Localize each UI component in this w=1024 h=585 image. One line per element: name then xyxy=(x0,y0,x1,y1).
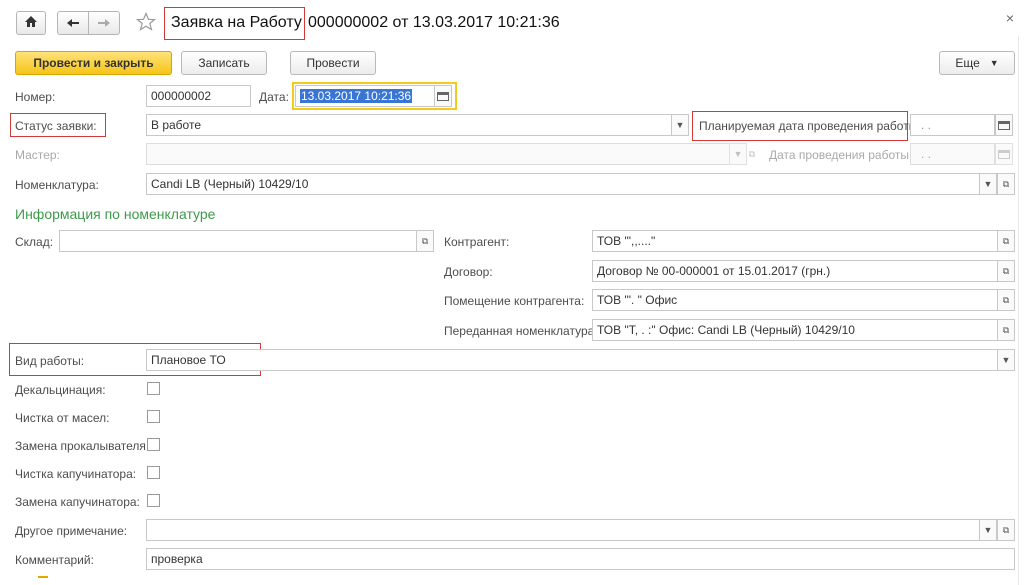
cappuccinator-replace-label: Замена капучинатора: xyxy=(15,495,140,509)
nomenclature-label: Номенклатура: xyxy=(15,178,99,192)
master-open-button: ⧉ xyxy=(743,143,761,165)
open-icon: ⧉ xyxy=(1002,324,1010,335)
work-type-field[interactable]: Плановое ТО xyxy=(146,349,998,371)
transferred-field[interactable]: ТОВ "Т, . :" Офис: Candi LB (Черный) 104… xyxy=(592,319,998,341)
piercer-replace-checkbox[interactable] xyxy=(147,438,160,451)
more-button[interactable]: Еще ▼ xyxy=(939,51,1015,75)
dropdown-arrow-icon: ▼ xyxy=(983,179,993,189)
work-date-label: Дата проведения работы: xyxy=(769,148,913,162)
nomenclature-open-button[interactable]: ⧉ xyxy=(997,173,1015,195)
page-title: Заявка на Работу xyxy=(171,14,302,31)
number-label: Номер: xyxy=(15,90,56,104)
cappuccinator-replace-checkbox[interactable] xyxy=(147,494,160,507)
oil-cleaning-label: Чистка от масел: xyxy=(15,411,110,425)
other-note-open-button[interactable]: ⧉ xyxy=(997,519,1015,541)
work-date-field: . . xyxy=(910,143,995,165)
open-icon: ⧉ xyxy=(1002,178,1010,189)
counterparty-field[interactable]: ТОВ "',,...." xyxy=(592,230,998,252)
dropdown-arrow-icon: ▼ xyxy=(1001,355,1011,365)
warehouse-label: Склад: xyxy=(15,235,54,249)
nomenclature-field[interactable]: Candi LB (Черный) 10429/10 xyxy=(146,173,980,195)
page-title-number: 000000002 от 13.03.2017 10:21:36 xyxy=(308,14,560,31)
work-type-dropdown-button[interactable]: ▼ xyxy=(997,349,1015,371)
open-icon: ⧉ xyxy=(421,235,429,246)
work-date-calendar-button xyxy=(995,143,1013,165)
comment-label: Комментарий: xyxy=(15,553,94,567)
forward-button[interactable] xyxy=(88,11,120,35)
status-label: Статус заявки: xyxy=(15,119,97,133)
contract-field[interactable]: Договор № 00-000001 от 15.01.2017 (грн.) xyxy=(592,260,998,282)
other-note-dropdown-button[interactable]: ▼ xyxy=(979,519,997,541)
dropdown-arrow-icon: ▼ xyxy=(983,525,993,535)
home-icon xyxy=(24,15,38,31)
nomenclature-dropdown-button[interactable]: ▼ xyxy=(979,173,997,195)
status-dropdown-button[interactable]: ▼ xyxy=(671,114,689,136)
planned-date-field[interactable]: . . xyxy=(910,114,995,136)
oil-cleaning-checkbox[interactable] xyxy=(147,410,160,423)
dropdown-arrow-icon: ▼ xyxy=(675,120,685,130)
arrow-right-icon xyxy=(97,16,111,31)
open-icon: ⧉ xyxy=(1002,294,1010,305)
date-label: Дата: xyxy=(259,90,289,104)
cappuccinator-cleaning-checkbox[interactable] xyxy=(147,466,160,479)
other-note-label: Другое примечание: xyxy=(15,524,128,538)
premises-label: Помещение контрагента: xyxy=(444,294,585,308)
back-button[interactable] xyxy=(57,11,89,35)
premises-open-button[interactable]: ⧉ xyxy=(997,289,1015,311)
status-field[interactable]: В работе xyxy=(146,114,672,136)
contract-open-button[interactable]: ⧉ xyxy=(997,260,1015,282)
open-icon: ⧉ xyxy=(748,148,756,159)
calendar-icon xyxy=(998,149,1010,159)
date-calendar-button[interactable] xyxy=(434,85,452,107)
info-section-title: Информация по номенклатуре xyxy=(15,206,216,222)
piercer-replace-label: Замена прокалывателя: xyxy=(15,439,150,453)
home-button[interactable] xyxy=(16,11,46,35)
planned-date-label: Планируемая дата проведения работы: xyxy=(699,119,921,133)
date-field[interactable]: 13.03.2017 10:21:36 xyxy=(295,85,435,107)
counterparty-label: Контрагент: xyxy=(444,235,510,249)
calendar-icon xyxy=(437,91,449,101)
planned-date-calendar-button[interactable] xyxy=(995,114,1013,136)
decalcification-label: Декальцинация: xyxy=(15,383,106,397)
bottom-hint-icon xyxy=(38,576,48,585)
post-button[interactable]: Провести xyxy=(290,51,376,75)
premises-field[interactable]: ТОВ "'. " Офис xyxy=(592,289,998,311)
post-and-close-button[interactable]: Провести и закрыть xyxy=(15,51,172,75)
calendar-icon xyxy=(998,120,1010,130)
number-field[interactable]: 000000002 xyxy=(146,85,251,107)
scrollbar[interactable] xyxy=(1018,36,1024,585)
open-icon: ⧉ xyxy=(1002,265,1010,276)
more-label: Еще xyxy=(955,56,980,70)
dropdown-arrow-icon: ▼ xyxy=(989,58,999,68)
close-button[interactable]: × xyxy=(1006,10,1014,26)
dropdown-arrow-icon: ▼ xyxy=(733,149,743,159)
transferred-open-button[interactable]: ⧉ xyxy=(997,319,1015,341)
open-icon: ⧉ xyxy=(1002,235,1010,246)
write-button[interactable]: Записать xyxy=(181,51,267,75)
master-field xyxy=(146,143,730,165)
counterparty-open-button[interactable]: ⧉ xyxy=(997,230,1015,252)
work-type-label: Вид работы: xyxy=(15,354,85,368)
warehouse-open-button[interactable]: ⧉ xyxy=(416,230,434,252)
arrow-left-icon xyxy=(66,16,80,31)
master-label: Мастер: xyxy=(15,148,60,162)
open-icon: ⧉ xyxy=(1002,524,1010,535)
transferred-label: Переданная номенклатура: xyxy=(444,324,598,338)
cappuccinator-cleaning-label: Чистка капучинатора: xyxy=(15,467,137,481)
other-note-field[interactable] xyxy=(146,519,980,541)
close-icon: × xyxy=(1005,10,1014,26)
warehouse-field[interactable] xyxy=(59,230,417,252)
favorite-star-icon[interactable] xyxy=(135,11,157,35)
contract-label: Договор: xyxy=(444,265,493,279)
date-value: 13.03.2017 10:21:36 xyxy=(300,89,413,103)
comment-field[interactable]: проверка xyxy=(146,548,1015,570)
decalcification-checkbox[interactable] xyxy=(147,382,160,395)
